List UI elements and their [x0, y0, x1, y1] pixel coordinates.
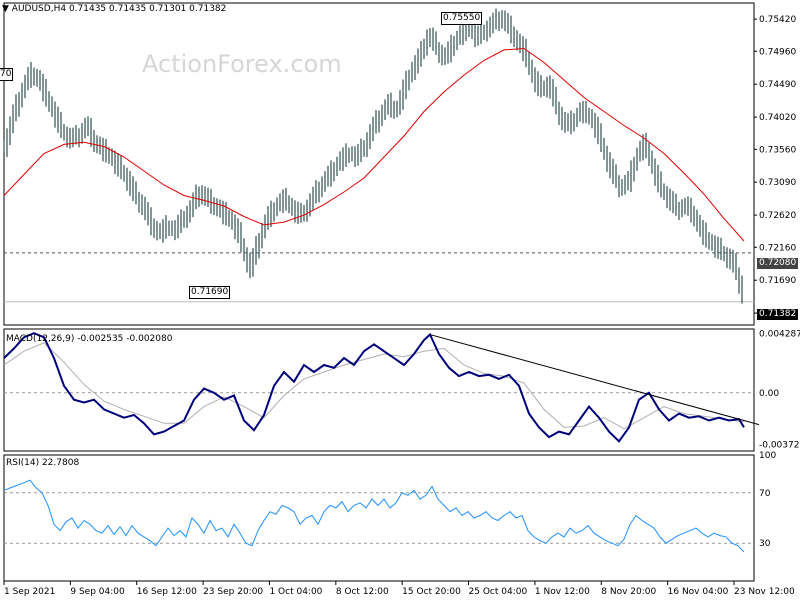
price-tick-label: 0.72160 — [759, 243, 796, 253]
macd-main-line — [3, 332, 745, 443]
price-tick-label: 0.74960 — [759, 47, 796, 57]
ohlc-values: 0.71435 0.71435 0.71301 0.71382 — [68, 4, 227, 14]
macd-tick-label: 0.00 — [759, 389, 779, 399]
price-tick-label: 0.75420 — [759, 15, 796, 25]
price-pane-frame — [3, 2, 755, 326]
symbol-label: AUDUSD,H4 — [11, 4, 67, 14]
rsi-line — [3, 479, 745, 553]
rsi-title: RSI(14) 22.7808 — [6, 458, 80, 468]
time-tick-label: 8 Oct 12:00 — [336, 587, 389, 597]
chart-header: ▼ AUDUSD,H4 0.71435 0.71435 0.71301 0.71… — [2, 4, 226, 15]
price-tick-label: 0.73090 — [759, 178, 796, 188]
time-tick-label: 1 Nov 12:00 — [535, 587, 590, 597]
price-tick-label: 0.73560 — [759, 145, 796, 155]
moving-average-line — [3, 47, 745, 242]
price-tick-label: 0.71690 — [759, 276, 796, 286]
level-price-box: 0.72080 — [757, 258, 799, 269]
price-tick-label: 0.74020 — [759, 113, 796, 123]
rsi-tick-label: 30 — [759, 539, 771, 549]
collapse-triangle-icon[interactable]: ▼ — [2, 4, 9, 14]
high-label: 0.75550 — [441, 12, 483, 25]
time-tick-label: 15 Oct 20:00 — [402, 587, 461, 597]
time-tick-label: 25 Oct 04:00 — [469, 587, 528, 597]
price-tick-label: 0.72620 — [759, 211, 796, 221]
chart-canvas: 0.75420 0.74960 0.74490 0.74020 0.73560 0.730… — [3, 2, 800, 597]
watermark: ActionForex.com — [142, 50, 342, 78]
macd-title: MACD(12,26,9) -0.002535 -0.002080 — [6, 334, 173, 344]
time-tick-label: 1 Oct 04:00 — [269, 587, 322, 597]
rsi-tick-label: 70 — [759, 489, 771, 499]
rsi-pane-frame — [3, 454, 755, 582]
time-tick-label: 16 Nov 04:00 — [668, 587, 729, 597]
current-price-box: 0.71382 — [757, 309, 799, 320]
time-tick-label: 8 Nov 20:00 — [601, 587, 656, 597]
left-edge-label: 70 — [0, 68, 14, 81]
macd-tick-label: 0.004287 — [759, 329, 800, 339]
low-label: 0.71690 — [189, 286, 231, 299]
time-tick-label: 1 Sep 2021 — [4, 587, 55, 597]
time-tick-label: 16 Sep 12:00 — [137, 587, 197, 597]
time-tick-label: 9 Sep 04:00 — [70, 587, 125, 597]
price-tick-label: 0.74490 — [759, 80, 796, 90]
macd-trendline — [429, 334, 760, 426]
time-tick-label: 23 Nov 12:00 — [734, 587, 795, 597]
macd-tick-label: -0.003726 — [759, 440, 800, 450]
rsi-tick-label: 100 — [759, 451, 776, 461]
time-tick-label: 23 Sep 20:00 — [203, 587, 263, 597]
